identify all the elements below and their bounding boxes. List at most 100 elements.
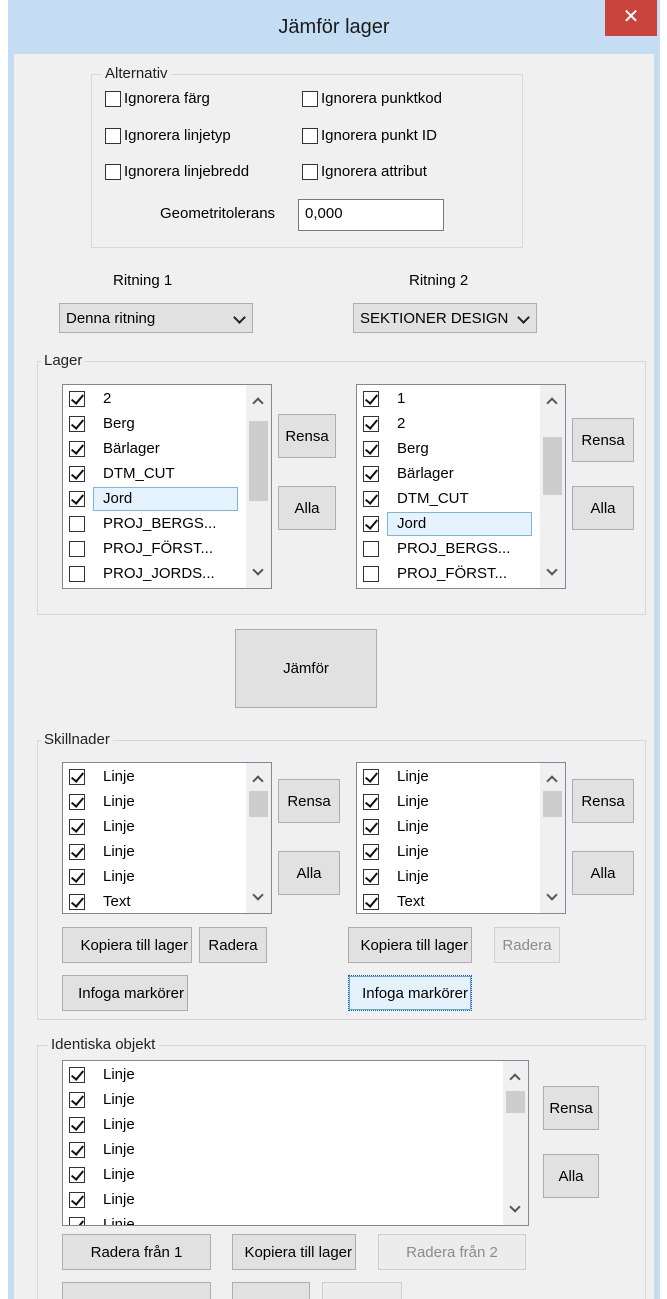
delete-from-2-button[interactable]: Radera från 2 <box>378 1234 526 1270</box>
scroll-thumb[interactable] <box>249 421 268 501</box>
list-item-checkbox[interactable] <box>363 391 379 407</box>
differences-all-button-1[interactable]: Alla <box>278 851 340 895</box>
list-item-checkbox[interactable] <box>69 541 85 557</box>
vertical-scrollbar[interactable] <box>503 1061 528 1225</box>
list-item-checkbox[interactable] <box>69 466 85 482</box>
scroll-down-icon[interactable] <box>509 1201 521 1213</box>
scroll-up-icon[interactable] <box>252 775 264 787</box>
differences-copy-button-1[interactable]: Kopiera till lager <box>62 927 192 963</box>
list-item-checkbox[interactable] <box>69 1092 85 1108</box>
differences-all-button-2[interactable]: Alla <box>572 851 634 895</box>
list-item-checkbox[interactable] <box>69 869 85 885</box>
identical-cutoff-button-3[interactable] <box>322 1282 402 1299</box>
scroll-down-icon[interactable] <box>252 564 264 576</box>
layers-list-2[interactable]: 1 2 Berg Bärlager DTM_CUT Jord PROJ_BERGS... PR… <box>356 384 566 589</box>
identical-all-button[interactable]: Alla <box>543 1154 599 1198</box>
list-item-checkbox[interactable] <box>69 1167 85 1183</box>
layers-list-1[interactable]: 2 Berg Bärlager DTM_CUT Jord PROJ_BERGS... PRO… <box>62 384 272 589</box>
list-item-checkbox[interactable] <box>69 491 85 507</box>
list-item-checkbox[interactable] <box>363 894 379 910</box>
scroll-up-icon[interactable] <box>546 775 558 787</box>
identical-copy-button[interactable]: Kopiera till lager <box>232 1234 356 1270</box>
scroll-up-icon[interactable] <box>509 1073 521 1085</box>
vertical-scrollbar[interactable] <box>246 763 271 913</box>
compare-button[interactable]: Jämför <box>235 629 377 708</box>
drawing2-select[interactable]: SEKTIONER DESIGN <box>353 303 537 333</box>
scroll-down-icon[interactable] <box>546 889 558 901</box>
list-item-checkbox[interactable] <box>69 819 85 835</box>
vertical-scrollbar[interactable] <box>540 763 565 913</box>
differences-copy-button-2[interactable]: Kopiera till lager <box>348 927 472 963</box>
list-item-checkbox[interactable] <box>363 844 379 860</box>
list-item-checkbox[interactable] <box>363 769 379 785</box>
identical-cutoff-button-1[interactable] <box>62 1282 211 1299</box>
option-checkbox[interactable] <box>105 164 121 180</box>
option-checkbox[interactable] <box>105 91 121 107</box>
option-checkbox[interactable] <box>105 128 121 144</box>
scroll-thumb[interactable] <box>543 437 562 495</box>
insert-markers-button-1[interactable]: Infoga markörer <box>62 975 188 1011</box>
scroll-down-icon[interactable] <box>252 889 264 901</box>
differences-clear-button-2[interactable]: Rensa <box>572 779 634 823</box>
list-item-checkbox[interactable] <box>69 516 85 532</box>
scroll-thumb[interactable] <box>543 791 562 817</box>
differences-list-2[interactable]: Linje Linje Linje Linje Linje Text <box>356 762 566 914</box>
option-checkbox-label[interactable]: Ignorera punktkod <box>321 90 442 108</box>
list-item-checkbox[interactable] <box>69 391 85 407</box>
list-item-checkbox[interactable] <box>69 566 85 582</box>
layers-clear-button-2[interactable]: Rensa <box>572 418 634 462</box>
option-checkbox-label[interactable]: Ignorera linjebredd <box>124 163 249 181</box>
list-item-checkbox[interactable] <box>363 466 379 482</box>
delete-from-1-button[interactable]: Radera från 1 <box>62 1234 211 1270</box>
layers-clear-button-1[interactable]: Rensa <box>278 414 336 458</box>
option-checkbox-label[interactable]: Ignorera färg <box>124 90 210 108</box>
title-bar[interactable]: Jämför lager ✕ <box>8 0 660 55</box>
scroll-thumb[interactable] <box>506 1091 525 1113</box>
scroll-up-icon[interactable] <box>252 397 264 409</box>
option-checkbox-label[interactable]: Ignorera linjetyp <box>124 127 231 145</box>
list-item-checkbox[interactable] <box>69 1217 85 1225</box>
layers-all-button-2[interactable]: Alla <box>572 486 634 530</box>
option-checkbox-label[interactable]: Ignorera attribut <box>321 163 427 181</box>
scroll-up-icon[interactable] <box>546 397 558 409</box>
differences-delete-button-2[interactable]: Radera <box>494 927 560 963</box>
option-checkbox[interactable] <box>302 164 318 180</box>
list-item-checkbox[interactable] <box>69 894 85 910</box>
differences-clear-button-1[interactable]: Rensa <box>278 779 340 823</box>
list-item-checkbox[interactable] <box>69 416 85 432</box>
tolerance-input[interactable]: 0,000 <box>298 199 444 231</box>
list-item-checkbox[interactable] <box>363 541 379 557</box>
insert-markers-button-2[interactable]: Infoga markörer <box>348 975 472 1011</box>
vertical-scrollbar[interactable] <box>540 385 565 588</box>
list-item-checkbox[interactable] <box>363 416 379 432</box>
identical-clear-button[interactable]: Rensa <box>543 1086 599 1130</box>
list-item-checkbox[interactable] <box>363 566 379 582</box>
list-item-checkbox[interactable] <box>69 1142 85 1158</box>
list-item-checkbox[interactable] <box>363 491 379 507</box>
differences-delete-button-1[interactable]: Radera <box>199 927 267 963</box>
vertical-scrollbar[interactable] <box>246 385 271 588</box>
scroll-thumb[interactable] <box>249 791 268 817</box>
list-item-checkbox[interactable] <box>69 844 85 860</box>
list-item-checkbox[interactable] <box>363 441 379 457</box>
layers-all-button-1[interactable]: Alla <box>278 486 336 530</box>
list-item-checkbox[interactable] <box>69 794 85 810</box>
list-item-checkbox[interactable] <box>69 1117 85 1133</box>
scroll-down-icon[interactable] <box>546 564 558 576</box>
list-item-checkbox[interactable] <box>69 769 85 785</box>
option-checkbox[interactable] <box>302 91 318 107</box>
list-item-checkbox[interactable] <box>363 869 379 885</box>
drawing1-select[interactable]: Denna ritning <box>59 303 253 333</box>
list-item-checkbox[interactable] <box>69 441 85 457</box>
close-button[interactable]: ✕ <box>605 0 657 36</box>
identical-cutoff-button-2[interactable] <box>232 1282 310 1299</box>
option-checkbox[interactable] <box>302 128 318 144</box>
option-checkbox-label[interactable]: Ignorera punkt ID <box>321 127 437 145</box>
identical-list[interactable]: Linje Linje Linje Linje Linje Linje Linje <box>62 1060 529 1226</box>
list-item-checkbox[interactable] <box>363 794 379 810</box>
list-item-checkbox[interactable] <box>69 1067 85 1083</box>
list-item-checkbox[interactable] <box>363 516 379 532</box>
list-item-checkbox[interactable] <box>69 1192 85 1208</box>
list-item-checkbox[interactable] <box>363 819 379 835</box>
differences-list-1[interactable]: Linje Linje Linje Linje Linje Text <box>62 762 272 914</box>
